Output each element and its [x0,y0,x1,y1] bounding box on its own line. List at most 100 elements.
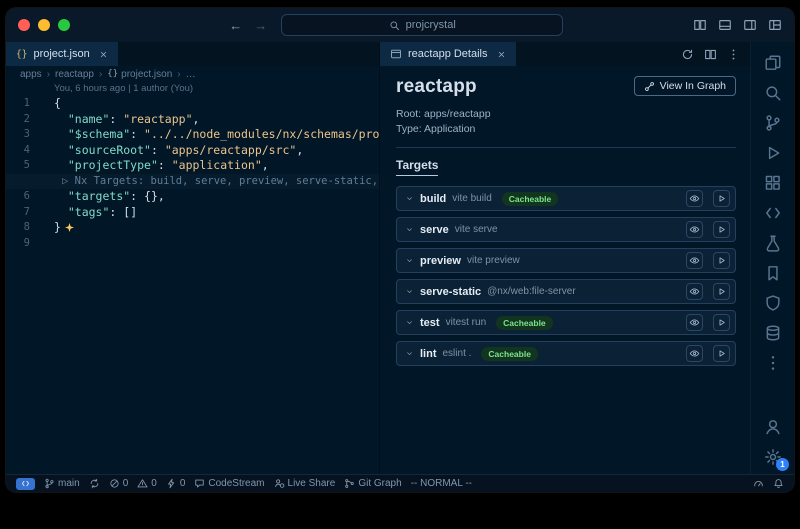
run-target-button[interactable] [713,252,730,269]
status-zap[interactable]: 0 [166,478,186,489]
target-row-serve-static[interactable]: serve-static@nx/web:file-server [396,279,736,304]
code-content: "sourceRoot": "apps/reactapp/src", [42,143,303,159]
shield-icon [764,294,782,312]
activity-more[interactable] [764,354,782,372]
toggle-sidebar-right-icon[interactable] [743,18,757,32]
view-target-button[interactable] [686,283,703,300]
breadcrumb-item[interactable]: reactapp [55,69,94,80]
play-icon [716,348,727,359]
minimize-window-button[interactable] [38,19,50,31]
breadcrumb-item[interactable]: {}project.json [107,69,172,80]
status-codestream[interactable]: CodeStream [194,478,264,489]
activity-files[interactable] [764,54,782,72]
tab-reactapp-details[interactable]: reactapp Details [380,42,516,66]
toggle-split-editor-icon[interactable] [693,18,707,32]
chevron-down-icon [405,318,414,327]
target-row-test[interactable]: testvitest runCacheable [396,310,736,335]
toggle-layout-icon[interactable] [768,18,782,32]
activity-account[interactable] [764,418,782,436]
view-target-button[interactable] [686,190,703,207]
sync-icon [89,478,100,489]
vscode-window: ← → projcrystal {} project.json apps›rea… [6,8,794,492]
status-remote[interactable] [16,478,35,490]
bookmark-icon [764,264,782,282]
search-icon [764,84,782,102]
sparkle-icon [64,222,75,233]
status-warning[interactable]: 0 [137,478,157,489]
status-liveshare[interactable]: Live Share [274,478,336,489]
project-root: Root: apps/reactapp [396,107,736,122]
code-content: "name": "reactapp", [42,112,199,128]
zap-icon [166,478,177,489]
more-icon[interactable] [727,48,740,61]
target-row-build[interactable]: buildvite buildCacheable [396,186,736,211]
activity-bookmark[interactable] [764,264,782,282]
window-controls [18,19,70,31]
activity-source-control[interactable] [764,114,782,132]
run-target-button[interactable] [713,221,730,238]
view-target-button[interactable] [686,314,703,331]
close-window-button[interactable] [18,19,30,31]
view-target-button[interactable] [686,252,703,269]
eye-icon [689,317,700,328]
view-in-graph-button[interactable]: View In Graph [634,76,736,96]
activity-shield[interactable] [764,294,782,312]
activity-beaker[interactable] [764,234,782,252]
remote-icon [21,479,30,488]
toggle-panel-icon[interactable] [718,18,732,32]
remote-icon [764,204,782,222]
editor-group-right: reactapp Details reactapp View In Graph … [380,42,750,474]
status-sync[interactable] [89,478,100,489]
status-gauge[interactable] [753,478,764,489]
view-target-button[interactable] [686,221,703,238]
close-tab-icon[interactable] [497,50,506,59]
line-number: 1 [6,96,42,112]
activity-debug[interactable] [764,144,782,162]
code-editor[interactable]: You, 6 hours ago | 1 author (You) 1{2 "n… [6,82,379,474]
code-line: 7 "tags": [] [6,205,379,221]
target-name: serve [420,224,449,236]
close-tab-icon[interactable] [99,50,108,59]
run-target-button[interactable] [713,314,730,331]
command-center-search[interactable]: projcrystal [281,14,563,36]
chevron-down-icon [405,287,414,296]
account-icon [764,418,782,436]
code-line: 4 "sourceRoot": "apps/reactapp/src", [6,143,379,159]
run-target-button[interactable] [713,283,730,300]
status-error[interactable]: 0 [109,478,129,489]
breadcrumb-label: project.json [121,69,172,80]
status-vim-mode[interactable]: -- NORMAL -- [411,478,472,489]
back-button[interactable]: ← [229,18,242,33]
run-target-button[interactable] [713,190,730,207]
status-git-graph[interactable]: Git Graph [344,478,401,489]
target-row-preview[interactable]: previewvite preview [396,248,736,273]
run-target-button[interactable] [713,345,730,362]
forward-button[interactable]: → [254,18,267,33]
breadcrumb-item[interactable]: … [186,69,196,80]
codestream-icon [194,478,205,489]
activity-search[interactable] [764,84,782,102]
activity-extensions[interactable] [764,174,782,192]
tab-project-json[interactable]: {} project.json [6,42,118,66]
activity-remote[interactable] [764,204,782,222]
activity-database[interactable] [764,324,782,342]
titlebar: ← → projcrystal [6,8,794,42]
status-bell[interactable] [773,478,784,489]
target-row-lint[interactable]: linteslint .Cacheable [396,341,736,366]
target-row-serve[interactable]: servevite serve [396,217,736,242]
refresh-icon[interactable] [681,48,694,61]
chevron-down-icon [405,194,414,203]
code-line: 5 "projectType": "application", [6,158,379,174]
code-content: } [42,220,75,236]
status-branch[interactable]: main [44,478,80,489]
tab-bar-right: reactapp Details [380,42,750,66]
play-icon [716,286,727,297]
codelens-annotation[interactable]: You, 6 hours ago | 1 author (You) [54,83,379,95]
search-icon [389,20,400,31]
breadcrumb-item[interactable]: apps [20,69,42,80]
zoom-window-button[interactable] [58,19,70,31]
extensions-icon [764,174,782,192]
view-target-button[interactable] [686,345,703,362]
split-editor-icon[interactable] [704,48,717,61]
breadcrumb-label: apps [20,69,42,80]
